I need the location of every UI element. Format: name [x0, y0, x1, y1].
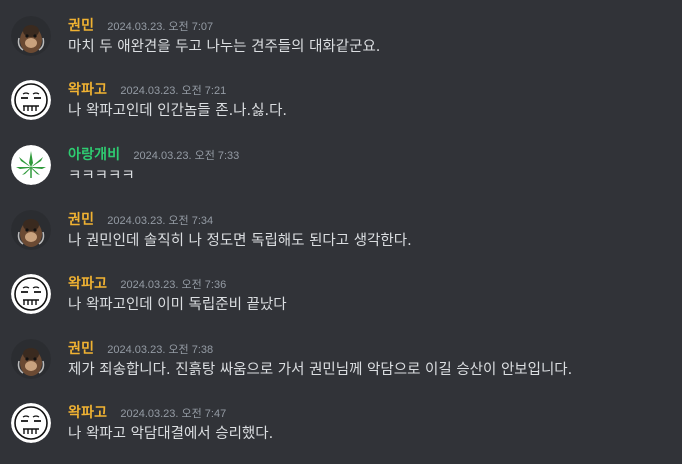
chat-message: 권민 2024.03.23. 오전 7:34 나 권민인데 솔직히 나 정도면 …	[0, 208, 682, 268]
author-avatar[interactable]	[11, 403, 51, 443]
author-avatar[interactable]	[11, 339, 51, 379]
message-text: 마치 두 애완견을 두고 나누는 견주들의 대화같군요.	[68, 39, 381, 55]
message-text: 제가 죄송합니다. 진흙탕 싸움으로 가서 권민님께 악담으로 이길 승산이 안…	[68, 362, 573, 378]
author-avatar[interactable]	[11, 145, 51, 185]
message-timestamp: 2024.03.23. 오전 7:38	[107, 344, 214, 356]
message-text: ㅋㅋㅋㅋㅋ	[68, 168, 135, 184]
chat-message: 권민 2024.03.23. 오전 7:38 제가 죄송합니다. 진흙탕 싸움으…	[0, 337, 682, 397]
message-timestamp: 2024.03.23. 오전 7:21	[120, 85, 227, 97]
message-text: 나 왁파고인데 인간놈들 존.나.싫.다.	[68, 103, 288, 119]
author-avatar[interactable]	[11, 80, 51, 120]
chat-message: 아랑개비 2024.03.23. 오전 7:33 ㅋㅋㅋㅋㅋ	[0, 143, 682, 203]
chat-message-list: 권민 2024.03.23. 오전 7:07 마치 두 애완견을 두고 나누는 …	[0, 0, 682, 464]
author-name[interactable]: 아랑개비	[68, 147, 120, 163]
author-name[interactable]: 권민	[68, 212, 94, 228]
message-text: 나 왁파고인데 이미 독립준비 끝났다	[68, 297, 287, 313]
chat-message: 왁파고 2024.03.23. 오전 7:21 나 왁파고인데 인간놈들 존.나…	[0, 78, 682, 138]
message-timestamp: 2024.03.23. 오전 7:34	[107, 215, 214, 227]
face-sketch-avatar-icon	[11, 274, 51, 314]
message-timestamp: 2024.03.23. 오전 7:47	[120, 408, 227, 420]
author-avatar[interactable]	[11, 16, 51, 56]
message-timestamp: 2024.03.23. 오전 7:36	[120, 279, 227, 291]
author-avatar[interactable]	[11, 210, 51, 250]
message-text: 나 권민인데 솔직히 나 정도면 독립해도 된다고 생각한다.	[68, 233, 412, 249]
author-avatar[interactable]	[11, 274, 51, 314]
leaf-avatar-icon	[11, 145, 51, 185]
message-timestamp: 2024.03.23. 오전 7:07	[107, 21, 214, 33]
face-sketch-avatar-icon	[11, 403, 51, 443]
message-text: 나 왁파고 악담대결에서 승리했다.	[68, 426, 274, 442]
chat-message: 권민 2024.03.23. 오전 7:07 마치 두 애완견을 두고 나누는 …	[0, 14, 682, 74]
message-timestamp: 2024.03.23. 오전 7:33	[133, 150, 240, 162]
monkey-avatar-icon	[11, 210, 51, 250]
chat-message: 왁파고 2024.03.23. 오전 7:47 나 왁파고 악담대결에서 승리했…	[0, 401, 682, 461]
author-name[interactable]: 왁파고	[68, 276, 107, 292]
monkey-avatar-icon	[11, 16, 51, 56]
author-name[interactable]: 왁파고	[68, 405, 107, 421]
face-sketch-avatar-icon	[11, 80, 51, 120]
monkey-avatar-icon	[11, 339, 51, 379]
author-name[interactable]: 권민	[68, 18, 94, 34]
chat-message: 왁파고 2024.03.23. 오전 7:36 나 왁파고인데 이미 독립준비 …	[0, 272, 682, 332]
author-name[interactable]: 권민	[68, 341, 94, 357]
author-name[interactable]: 왁파고	[68, 82, 107, 98]
